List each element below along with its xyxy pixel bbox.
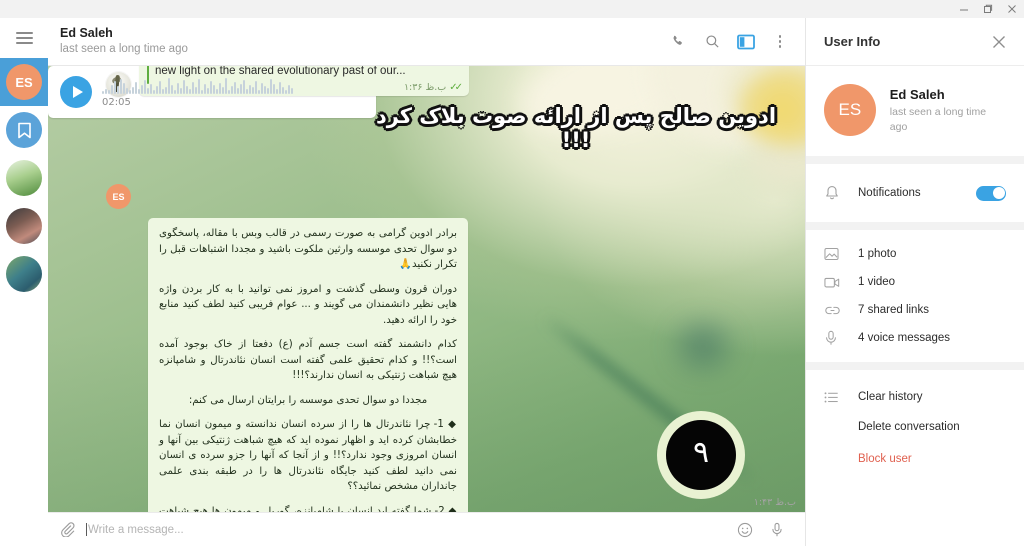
message-paragraph: کدام دانشمند گفته است جسم آدم (ع) دفعتا …: [159, 339, 457, 381]
voice-waveform[interactable]: [102, 76, 312, 94]
message-input-placeholder: Write a message...: [88, 523, 184, 536]
chat-title-block[interactable]: Ed Saleh last seen a long time ago: [60, 26, 663, 57]
close-icon[interactable]: [1000, 0, 1024, 18]
media-label: 1 photo: [858, 248, 897, 260]
message-list: ‎... the mystery of human origins ... ne…: [48, 66, 805, 512]
avatar: ES: [106, 184, 131, 209]
avatar: [6, 208, 42, 244]
photo-icon: [824, 247, 858, 261]
video-icon: [824, 276, 858, 289]
play-button[interactable]: [60, 76, 92, 108]
sidebar-item-saved-messages[interactable]: [0, 106, 48, 154]
hamburger-icon[interactable]: [0, 18, 48, 58]
sidebar-item-account-photo-scene[interactable]: [0, 250, 48, 298]
window-titlebar: [0, 0, 1024, 18]
toggle-info-panel-icon[interactable]: [731, 27, 761, 57]
notifications-label: Notifications: [858, 187, 921, 199]
action-label: Delete conversation: [858, 421, 960, 433]
sidebar-item-account-photo-person[interactable]: [0, 202, 48, 250]
message-composer: Write a message...: [48, 512, 805, 546]
message-time: ۱:۴۳ ب.ظ: [753, 497, 796, 508]
user-name: Ed Saleh: [889, 86, 945, 102]
chat-header-actions: [663, 27, 805, 57]
microphone-icon[interactable]: [769, 522, 785, 538]
chat-message-area[interactable]: ۹ ‎... the mystery of human origins ... …: [48, 66, 805, 512]
text-caret: [86, 523, 87, 536]
composer-actions: [737, 522, 805, 538]
action-label: Clear history: [858, 391, 923, 403]
emoji-icon[interactable]: [737, 522, 753, 538]
action-clear-history[interactable]: Clear history: [806, 382, 1024, 412]
chat-contact-status: last seen a long time ago: [60, 43, 188, 55]
message-bubble-text[interactable]: برادر ادوین گرامی به صورت رسمی در قالب و…: [148, 218, 468, 512]
user-info-header: User Info: [806, 18, 1024, 66]
microphone-icon: [824, 330, 858, 346]
link-icon: [824, 304, 858, 317]
notifications-section: Notifications: [806, 164, 1024, 230]
telegram-desktop-window: ES Ed Saleh last seen a long time ago ۹ …: [0, 0, 1024, 546]
call-icon[interactable]: [663, 27, 693, 57]
media-row-photos[interactable]: 1 photo: [806, 240, 1024, 268]
media-label: 1 video: [858, 276, 896, 288]
notifications-row[interactable]: Notifications: [806, 172, 1024, 214]
media-row-voice[interactable]: 4 voice messages: [806, 324, 1024, 352]
minimize-icon[interactable]: [952, 0, 976, 18]
more-options-icon[interactable]: [765, 27, 795, 57]
avatar: [6, 160, 42, 196]
message-paragraph: مجددا دو سوال تحدی موسسه را برایتان ارسا…: [188, 394, 428, 406]
user-info-panel: User Info ES Ed Saleh last seen a long t…: [805, 18, 1024, 546]
message-avatar-incoming: ES: [106, 184, 131, 209]
avatar: ES: [824, 84, 876, 136]
close-icon[interactable]: [988, 31, 1010, 53]
chat-header: Ed Saleh last seen a long time ago: [48, 18, 805, 66]
action-delete-conversation[interactable]: Delete conversation: [806, 412, 1024, 442]
search-icon[interactable]: [697, 27, 727, 57]
voice-duration: 02:05: [102, 97, 131, 108]
bookmark-icon: [6, 112, 42, 148]
message-time: ۱:۳۶ ب.ظ: [403, 82, 447, 93]
sidebar-item-account-photo-plant[interactable]: [0, 154, 48, 202]
avatar: ES: [6, 64, 42, 100]
overlay-caption-text: ادوین صالح پس از ارائه صوت بلاک کرد !!!: [375, 104, 777, 152]
message-paragraph: ◆ 1- چرا نئاندرتال ها را از سرده انسان ن…: [159, 419, 457, 492]
read-ticks-icon: ✓✓: [449, 82, 463, 93]
action-block-user[interactable]: Block user: [806, 442, 1024, 476]
chat-contact-name: Ed Saleh: [60, 26, 113, 40]
message-paragraph: ◆ 2- شما گفته اید انسان با شامپانزه، گور…: [159, 505, 457, 513]
paperclip-icon[interactable]: [48, 522, 86, 537]
action-label: Block user: [858, 453, 912, 465]
user-status: last seen a long time ago: [889, 105, 987, 133]
sidebar-item-account-ed-saleh[interactable]: ES: [0, 58, 48, 106]
media-row-videos[interactable]: 1 video: [806, 268, 1024, 296]
page-title: User Info: [824, 34, 881, 49]
list-icon: [824, 391, 858, 404]
media-label: 4 voice messages: [858, 332, 951, 344]
user-actions-section: Clear history Delete conversation Block …: [806, 370, 1024, 488]
left-nav-strip: ES: [0, 18, 48, 546]
message-meta: ۱:۳۶ ب.ظ ✓✓: [403, 82, 463, 93]
media-row-links[interactable]: 7 shared links: [806, 296, 1024, 324]
avatar: [6, 256, 42, 292]
message-input[interactable]: Write a message...: [86, 523, 737, 536]
shared-media-section: 1 photo 1 video 7 shared links 4 voice m…: [806, 230, 1024, 370]
media-label: 7 shared links: [858, 304, 929, 316]
user-profile-block[interactable]: ES Ed Saleh last seen a long time ago: [806, 66, 1024, 164]
message-paragraph: برادر ادوین گرامی به صورت رسمی در قالب و…: [159, 228, 457, 270]
maximize-icon[interactable]: [976, 0, 1000, 18]
bell-icon: [824, 185, 858, 202]
notifications-toggle[interactable]: [976, 185, 1006, 201]
message-paragraph: دوران قرون وسطی گذشت و امروز نمی توانید …: [159, 283, 457, 326]
